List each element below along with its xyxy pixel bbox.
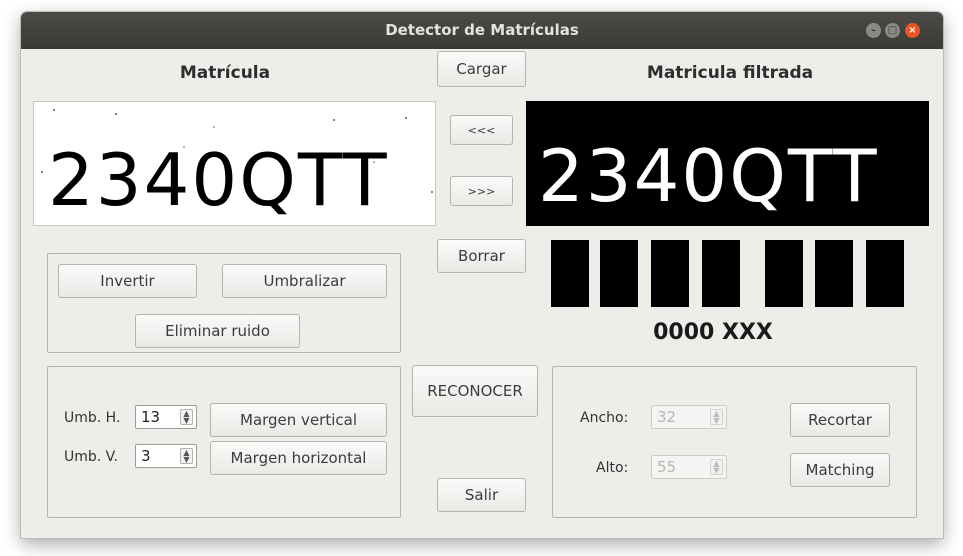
plate-image-text: 2340QTT: [48, 138, 389, 222]
spinner-arrows-icon[interactable]: ▲ ▼: [180, 448, 193, 464]
horizontal-margin-button[interactable]: Margen horizontal: [210, 441, 387, 475]
umb-h-label: Umb. H.: [64, 410, 121, 426]
remove-noise-button[interactable]: Eliminar ruido: [135, 314, 300, 348]
recognized-plate-text: 0000 XXX: [653, 320, 773, 345]
invert-button[interactable]: Invertir: [58, 264, 197, 298]
character-box: [866, 240, 904, 307]
spinner-arrows-icon[interactable]: ▲ ▼: [180, 409, 193, 425]
filtered-plate-heading: Matricula filtrada: [646, 63, 814, 83]
threshold-button[interactable]: Umbralizar: [222, 264, 387, 298]
character-box: [765, 240, 803, 307]
plate-heading: Matrícula: [179, 63, 271, 83]
width-spinbox: 32 ▲ ▼: [651, 405, 727, 429]
load-button[interactable]: Cargar: [437, 51, 526, 87]
umb-h-spinbox[interactable]: 13 ▲ ▼: [135, 405, 197, 429]
height-spinbox: 55 ▲ ▼: [651, 455, 727, 479]
height-label: Alto:: [596, 460, 629, 476]
plate-image: 2340QTT: [33, 101, 436, 226]
minimize-icon[interactable]: –: [866, 23, 881, 38]
clear-button[interactable]: Borrar: [437, 239, 526, 273]
title-bar[interactable]: Detector de Matrículas – □ ×: [21, 12, 943, 49]
spinner-arrows-icon: ▲ ▼: [710, 459, 723, 475]
exit-button[interactable]: Salir: [437, 478, 526, 512]
spinner-arrows-icon: ▲ ▼: [710, 409, 723, 425]
close-icon[interactable]: ×: [905, 23, 920, 38]
character-box: [551, 240, 589, 307]
character-box: [702, 240, 740, 307]
character-box: [815, 240, 853, 307]
filtered-plate-image: 2340QTT: [526, 101, 929, 226]
umb-v-label: Umb. V.: [64, 449, 118, 465]
crop-button[interactable]: Recortar: [790, 403, 890, 437]
maximize-icon[interactable]: □: [885, 23, 900, 38]
crop-group: [552, 366, 917, 518]
window-title: Detector de Matrículas: [385, 21, 579, 39]
matching-button[interactable]: Matching: [790, 453, 890, 487]
next-button[interactable]: >>>: [450, 176, 513, 206]
character-box: [651, 240, 689, 307]
umb-v-spinbox[interactable]: 3 ▲ ▼: [135, 444, 197, 468]
vertical-margin-button[interactable]: Margen vertical: [210, 403, 387, 437]
previous-button[interactable]: <<<: [450, 115, 513, 145]
recognize-button[interactable]: RECONOCER: [412, 365, 538, 417]
filtered-plate-text: 2340QTT: [538, 134, 879, 218]
character-box: [600, 240, 638, 307]
width-label: Ancho:: [580, 410, 629, 426]
